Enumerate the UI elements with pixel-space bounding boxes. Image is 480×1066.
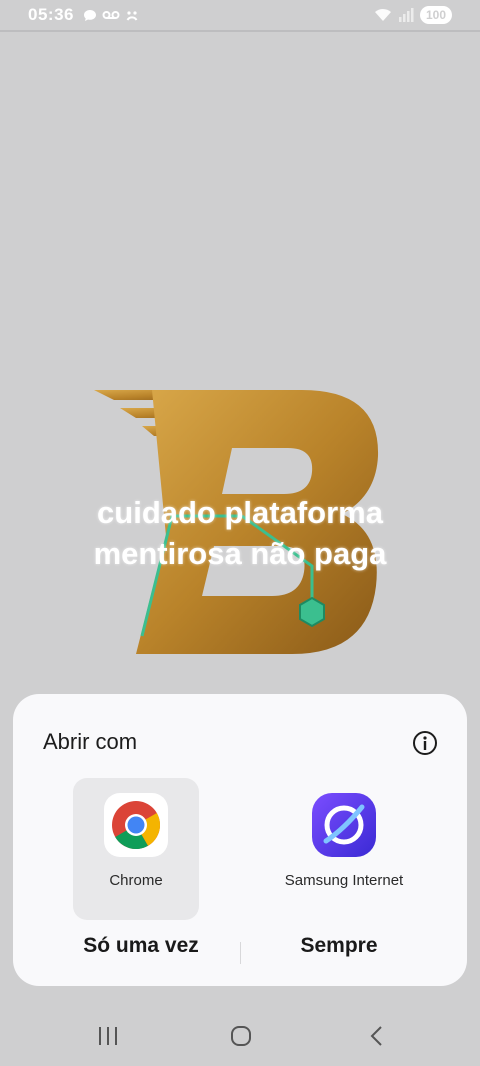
- sad-face-icon: [126, 10, 138, 21]
- overlay-line-2: mentirosa não paga: [93, 536, 387, 571]
- overlay-line-1: cuidado plataforma: [97, 495, 383, 530]
- navigation-bar: [0, 1006, 480, 1066]
- status-right: 100: [374, 6, 452, 24]
- signal-icon: [398, 8, 414, 22]
- chrome-icon: [104, 793, 168, 857]
- chat-bubble-icon: [83, 9, 96, 21]
- info-icon[interactable]: [412, 730, 438, 756]
- app-label-chrome: Chrome: [109, 872, 163, 889]
- notification-icons: [83, 9, 139, 22]
- sheet-title: Abrir com: [43, 729, 138, 754]
- wifi-icon: [374, 8, 391, 21]
- status-bar: 05:36 100: [0, 0, 480, 32]
- samsung-internet-icon: [312, 793, 376, 857]
- recents-icon[interactable]: [93, 1022, 123, 1050]
- just-once-button[interactable]: Só uma vez: [41, 934, 241, 958]
- open-with-sheet: Abrir com Chrome Samsung Internet Só uma…: [13, 694, 467, 986]
- battery-indicator: 100: [419, 6, 452, 24]
- status-time: 05:36: [28, 5, 74, 24]
- app-option-chrome[interactable]: Chrome: [73, 778, 199, 920]
- back-icon[interactable]: [362, 1022, 392, 1050]
- always-button[interactable]: Sempre: [239, 934, 439, 958]
- voicemail-icon: [102, 11, 120, 19]
- app-label-samsung-internet: Samsung Internet: [284, 872, 404, 889]
- home-icon[interactable]: [226, 1022, 256, 1050]
- overlay-caption: cuidado plataforma mentirosa não paga: [40, 492, 440, 574]
- app-option-samsung-internet[interactable]: Samsung Internet: [281, 778, 407, 920]
